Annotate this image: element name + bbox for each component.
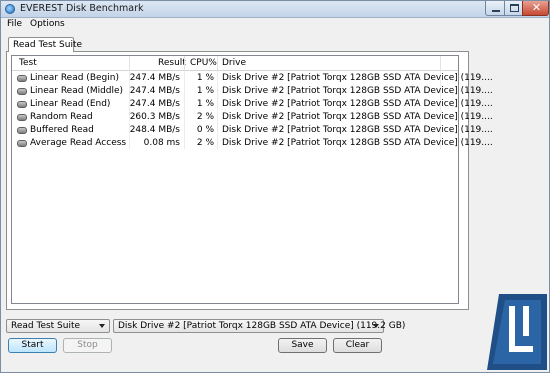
result-value: 247.4 MB/s — [129, 73, 180, 83]
column-separator[interactable] — [184, 56, 185, 71]
cpu-value: 1 % — [196, 73, 214, 83]
menu-file[interactable]: File — [7, 19, 22, 29]
column-header-drive[interactable]: Drive — [222, 58, 246, 68]
stop-button[interactable]: Stop — [63, 338, 112, 353]
clear-button[interactable]: Clear — [333, 338, 382, 353]
column-header-test[interactable]: Test — [19, 58, 37, 68]
disk-icon — [17, 75, 27, 82]
column-separator[interactable] — [129, 56, 130, 71]
close-button[interactable]: ✕ — [522, 1, 549, 16]
chevron-down-icon — [99, 324, 105, 328]
benchmark-window: EVEREST Disk Benchmark ✕ File Options Re… — [0, 0, 550, 373]
test-name: Linear Read (End) — [30, 99, 111, 109]
drive-value: Disk Drive #2 [Patriot Torqx 128GB SSD A… — [222, 73, 493, 83]
start-button[interactable]: Start — [8, 338, 57, 353]
tab-read-test-suite[interactable]: Read Test Suite — [8, 37, 82, 52]
disk-icon — [17, 127, 27, 134]
table-row[interactable]: Random Read 260.3 MB/s 2 % Disk Drive #2… — [12, 111, 493, 124]
table-row[interactable]: Average Read Access 0.08 ms 2 % Disk Dri… — [12, 137, 493, 150]
close-icon: ✕ — [531, 1, 542, 14]
result-value: 248.4 MB/s — [129, 125, 180, 135]
disk-icon — [17, 88, 27, 95]
watermark-logo — [487, 294, 547, 370]
result-value: 0.08 ms — [143, 138, 180, 148]
chevron-down-icon — [373, 324, 379, 328]
drive-value: Disk Drive #2 [Patriot Torqx 128GB SSD A… — [222, 86, 493, 96]
column-header-cpu[interactable]: CPU% — [190, 58, 217, 68]
result-value: 247.4 MB/s — [129, 86, 180, 96]
logo-letter-stroke — [523, 306, 529, 336]
test-suite-select-value: Read Test Suite — [11, 321, 81, 331]
result-value: 247.4 MB/s — [129, 99, 180, 109]
cpu-value: 0 % — [196, 125, 214, 135]
test-name: Linear Read (Begin) — [30, 73, 119, 83]
cpu-value: 1 % — [196, 86, 214, 96]
drive-select-value: Disk Drive #2 [Patriot Torqx 128GB SSD A… — [118, 321, 406, 331]
table-row[interactable]: Buffered Read 248.4 MB/s 0 % Disk Drive … — [12, 124, 493, 137]
everest-app-icon — [5, 4, 15, 14]
table-row[interactable]: Linear Read (Middle) 247.4 MB/s 1 % Disk… — [12, 85, 493, 98]
maximize-icon — [510, 4, 519, 12]
tab-label: Read Test Suite — [13, 40, 83, 50]
results-list[interactable]: Test Result CPU% Drive Linear Read (Begi… — [11, 55, 493, 304]
logo-letter-stroke — [509, 306, 515, 352]
test-name: Average Read Access — [30, 138, 127, 148]
title-bar[interactable]: EVEREST Disk Benchmark ✕ — [1, 1, 549, 18]
disk-icon — [17, 114, 27, 121]
result-value: 260.3 MB/s — [129, 112, 180, 122]
drive-select[interactable]: Disk Drive #2 [Patriot Torqx 128GB SSD A… — [113, 319, 405, 333]
drive-value: Disk Drive #2 [Patriot Torqx 128GB SSD A… — [222, 125, 493, 135]
test-name: Buffered Read — [30, 125, 94, 135]
save-button[interactable]: Save — [278, 338, 327, 353]
disk-icon — [17, 101, 27, 108]
menu-options[interactable]: Options — [30, 19, 65, 29]
logo-letter-stroke — [509, 346, 533, 352]
cpu-value: 2 % — [196, 138, 214, 148]
window-title: EVEREST Disk Benchmark — [20, 3, 144, 14]
drive-value: Disk Drive #2 [Patriot Torqx 128GB SSD A… — [222, 112, 493, 122]
column-separator[interactable] — [440, 56, 441, 71]
cpu-value: 2 % — [196, 112, 214, 122]
test-name: Random Read — [30, 112, 93, 122]
list-header: Test Result CPU% Drive — [12, 56, 458, 71]
test-suite-select[interactable]: Read Test Suite — [6, 319, 110, 333]
test-name: Linear Read (Middle) — [30, 86, 124, 96]
disk-icon — [17, 140, 27, 147]
drive-value: Disk Drive #2 [Patriot Torqx 128GB SSD A… — [222, 138, 493, 148]
column-separator[interactable] — [217, 56, 218, 71]
table-row[interactable]: Linear Read (Begin) 247.4 MB/s 1 % Disk … — [12, 72, 493, 85]
minimize-button[interactable] — [485, 1, 505, 16]
menu-bar: File Options — [1, 18, 549, 32]
table-row[interactable]: Linear Read (End) 247.4 MB/s 1 % Disk Dr… — [12, 98, 493, 111]
column-header-result[interactable]: Result — [158, 58, 186, 68]
maximize-button[interactable] — [504, 1, 523, 16]
cpu-value: 1 % — [196, 99, 214, 109]
minimize-icon — [492, 10, 500, 12]
drive-value: Disk Drive #2 [Patriot Torqx 128GB SSD A… — [222, 99, 493, 109]
